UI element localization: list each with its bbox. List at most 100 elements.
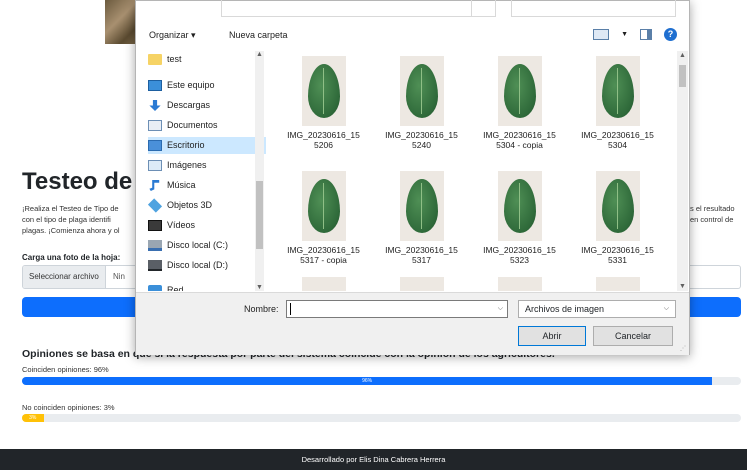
resize-grip-icon[interactable]: ⋰ <box>680 345 686 352</box>
nav-item-disco-c[interactable]: Disco local (C:) <box>148 237 266 254</box>
filetype-value: Archivos de imagen <box>525 304 605 314</box>
leaf-thumbnail <box>497 56 542 126</box>
leaf-thumbnail <box>399 56 444 126</box>
nomatch-progress-fill: 3% <box>22 414 44 422</box>
nav-item-videos[interactable]: Vídeos <box>148 217 266 234</box>
file-tile[interactable]: IMG_20230616_15 5240 <box>379 56 464 166</box>
description-line: en control de <box>690 215 734 224</box>
leaf-thumbnail <box>595 56 640 126</box>
description-line: plagas. ¡Comienza ahora y ol <box>22 226 120 235</box>
nav-item-test[interactable]: test <box>148 51 266 68</box>
description-left: ¡Realiza el Testeo de Tipo de con el tip… <box>22 203 138 236</box>
nav-item-imagenes[interactable]: Imágenes <box>148 157 266 174</box>
chevron-down-icon[interactable]: ⌵ <box>498 301 503 317</box>
file-tile-partial[interactable] <box>575 277 660 291</box>
nav-label: Imágenes <box>167 160 207 170</box>
disk-d-icon <box>148 260 162 271</box>
nav-scrollbar[interactable]: ▲ ▼ <box>255 51 264 291</box>
nav-label: Este equipo <box>167 80 215 90</box>
scroll-up-icon[interactable]: ▲ <box>256 51 263 58</box>
leaf-thumbnail <box>301 277 346 291</box>
download-icon <box>149 100 161 111</box>
new-folder-button[interactable]: Nueva carpeta <box>229 30 288 40</box>
file-name: 5331 <box>608 255 627 265</box>
search-box[interactable] <box>511 0 676 17</box>
footer: Desarrollado por Elis Dina Cabrera Herre… <box>0 449 747 470</box>
file-status: Nin <box>113 272 126 281</box>
text-caret <box>290 303 291 315</box>
file-name: 5317 <box>412 255 431 265</box>
select-file-button[interactable]: Seleccionar archivo <box>23 266 106 288</box>
refresh-button[interactable] <box>471 0 496 17</box>
open-button[interactable]: Abrir <box>518 326 586 346</box>
address-bar[interactable] <box>221 0 496 17</box>
documents-icon <box>148 120 162 131</box>
description-line: con el tipo de plaga identifi <box>22 215 111 224</box>
file-name: 5206 <box>314 140 333 150</box>
page-title: Testeo de ti <box>22 168 154 195</box>
dialog-address-strip <box>221 0 676 19</box>
dialog-toolbar: Organizar ▾ Nueva carpeta ▼ ? <box>136 25 689 47</box>
nav-item-documentos[interactable]: Documentos <box>148 117 266 134</box>
nav-label: test <box>167 54 182 64</box>
filename-input[interactable]: ⌵ <box>286 300 508 318</box>
file-input-end <box>690 265 741 289</box>
file-tile[interactable]: IMG_20230616_15 5331 <box>575 171 660 281</box>
file-tile[interactable]: IMG_20230616_15 5304 - copia <box>477 56 562 166</box>
file-tile[interactable]: IMG_20230616_15 5323 <box>477 171 562 281</box>
match-progress-fill: 96% <box>22 377 713 385</box>
nav-label: Vídeos <box>167 220 196 230</box>
file-name: 5240 <box>412 140 431 150</box>
nav-label: Objetos 3D <box>167 200 213 210</box>
file-tile-partial[interactable] <box>477 277 562 291</box>
match-label: Coinciden opiniones: 96% <box>22 365 109 374</box>
dialog-footer: Nombre: ⌵ Archivos de imagen ⌵ Abrir Can… <box>136 292 689 355</box>
file-tile-partial[interactable] <box>281 277 366 291</box>
filetype-select[interactable]: Archivos de imagen ⌵ <box>518 300 676 318</box>
nav-label: Documentos <box>167 120 218 130</box>
nav-item-objetos-3d[interactable]: Objetos 3D <box>147 197 266 214</box>
file-input[interactable]: Seleccionar archivo Nin <box>22 265 138 289</box>
view-dropdown-icon[interactable]: ▼ <box>621 31 628 38</box>
nav-label: Disco local (D:) <box>167 260 229 270</box>
leaf-thumbnail <box>399 171 444 241</box>
scroll-up-icon[interactable]: ▲ <box>679 52 686 59</box>
preview-pane-icon[interactable] <box>640 29 652 40</box>
file-name: IMG_20230616_15 <box>581 130 654 140</box>
nav-label: Red <box>167 285 184 291</box>
page: Testeo de ti ¡Realiza el Testeo de Tipo … <box>0 0 747 470</box>
view-options-icon[interactable] <box>593 29 610 40</box>
file-tile[interactable]: IMG_20230616_15 5317 - copia <box>281 171 366 281</box>
scroll-down-icon[interactable]: ▼ <box>679 283 686 290</box>
leaf-thumbnail <box>595 277 640 291</box>
cancel-button[interactable]: Cancelar <box>593 326 673 346</box>
scroll-down-icon[interactable]: ▼ <box>256 284 263 291</box>
nav-label: Disco local (C:) <box>167 240 229 250</box>
file-grid: IMG_20230616_15 5206 IMG_20230616_15 5240 … <box>281 51 676 291</box>
file-tile[interactable]: IMG_20230616_15 5206 <box>281 56 366 166</box>
file-tile[interactable]: IMG_20230616_15 5317 <box>379 171 464 281</box>
file-open-dialog: Organizar ▾ Nueva carpeta ▼ ? test Este … <box>135 0 690 355</box>
leaf-thumbnail <box>301 56 346 126</box>
description-line: s el resultado <box>690 204 735 213</box>
file-tile-partial[interactable] <box>379 277 464 291</box>
nav-item-disco-d[interactable]: Disco local (D:) <box>148 257 266 274</box>
organize-button[interactable]: Organizar ▾ <box>149 30 196 41</box>
file-name: 5317 - copia <box>300 255 347 265</box>
nav-item-este-equipo[interactable]: Este equipo <box>148 77 266 94</box>
nav-item-descargas[interactable]: Descargas <box>148 97 266 114</box>
nav-item-musica[interactable]: Música <box>148 177 266 194</box>
grid-scroll-thumb[interactable] <box>679 65 686 87</box>
nomatch-label: No coinciden opiniones: 3% <box>22 403 115 412</box>
file-tile[interactable]: IMG_20230616_15 5304 <box>575 56 660 166</box>
disk-c-icon <box>148 240 162 251</box>
help-icon[interactable]: ? <box>664 28 677 41</box>
music-icon <box>149 180 160 191</box>
leaf-thumbnail <box>301 171 346 241</box>
nav-item-escritorio[interactable]: Escritorio <box>148 137 266 154</box>
videos-icon <box>148 220 162 231</box>
nav-scroll-thumb[interactable] <box>256 181 263 249</box>
nav-item-red[interactable]: Red <box>148 282 266 291</box>
file-name: 5304 <box>608 140 627 150</box>
file-grid-scrollbar[interactable]: ▲ ▼ <box>677 51 688 291</box>
